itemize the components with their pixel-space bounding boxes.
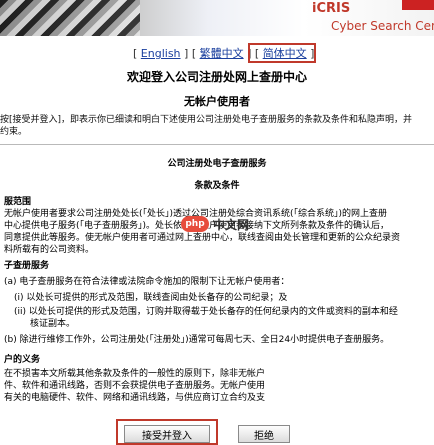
terms-item-a: (a) 电子查册服务在符合法律或法院命令施加的限制下让无帐户使用者： [4, 277, 290, 287]
banner-red-accent [402, 0, 434, 10]
section-title: 服范围 [4, 197, 32, 207]
terms-line: 有关的电脑硬件、软件、网络和通讯线路，与供应商订立合约及支 [4, 393, 266, 403]
lang-traditional-link[interactable]: 繁體中文 [200, 47, 244, 60]
accept-button-highlight [116, 419, 218, 445]
divider [0, 144, 434, 145]
notice-line: 约束。 [0, 127, 28, 137]
page-title: 欢迎登入公司注册处网上查册中心 [126, 70, 307, 84]
terms-item-ii-cont: 核证副本。 [30, 319, 76, 329]
banner-decoration [0, 0, 140, 36]
terms-item-b: (b) 除进行维修工作外，公司注册处(「注册处」)通常可每周七天、全日24小时提… [4, 335, 390, 345]
terms-line: 在不损害本文所载其他条款及条件的一般性的原则下，除非无帐户 [4, 369, 266, 379]
site-watermark: php 中文网 [181, 215, 257, 233]
terms-heading: 公司注册处电子查册服务 [167, 159, 267, 169]
watermark-badge: php [181, 216, 209, 232]
corner-fade-overlay [270, 356, 434, 445]
user-type-heading: 无帐户使用者 [184, 95, 250, 108]
brand-logo-text: iCRIS [312, 1, 351, 16]
terms-item-ii: (ii) 以处长可提供的形式及范围，订购并取得载于处长备存的任何纪录内的文件或资… [14, 307, 398, 317]
watermark-text: 中文网 [213, 217, 250, 232]
accept-notice: 按[接受并登入]，即表示你已细读和明白下述使用公司注册处电子查册服务的条款及条件… [0, 114, 434, 138]
section-title: 子查册服务 [4, 261, 50, 271]
terms-line: 料所载有的公司资料。 [4, 245, 95, 255]
terms-line: 同意提供此等服务。使无帐户使用者可通过网上查册中心，联线查阅由处长管理和更新的公… [4, 233, 401, 243]
lang-english-link[interactable]: English [141, 47, 181, 60]
section-title: 户的义务 [4, 355, 41, 365]
terms-line: 件、软件和通讯线路，否则不会获提供电子查册服务。无帐户使用 [4, 381, 266, 391]
terms-item-i: (i) 以处长可提供的形式及范围，联线查阅由处长备存的公司纪录；及 [14, 293, 288, 303]
notice-line: 按[接受并登入]，即表示你已细读和明白下述使用公司注册处电子查册服务的条款及条件… [0, 115, 413, 125]
header-banner: iCRIS Cyber Search Centre [0, 0, 434, 36]
terms-subheading: 条款及条件 [194, 181, 240, 191]
selected-language-highlight [248, 43, 316, 63]
brand-tagline: Cyber Search Centre [331, 19, 434, 33]
reject-button[interactable]: 拒绝 [238, 425, 290, 443]
